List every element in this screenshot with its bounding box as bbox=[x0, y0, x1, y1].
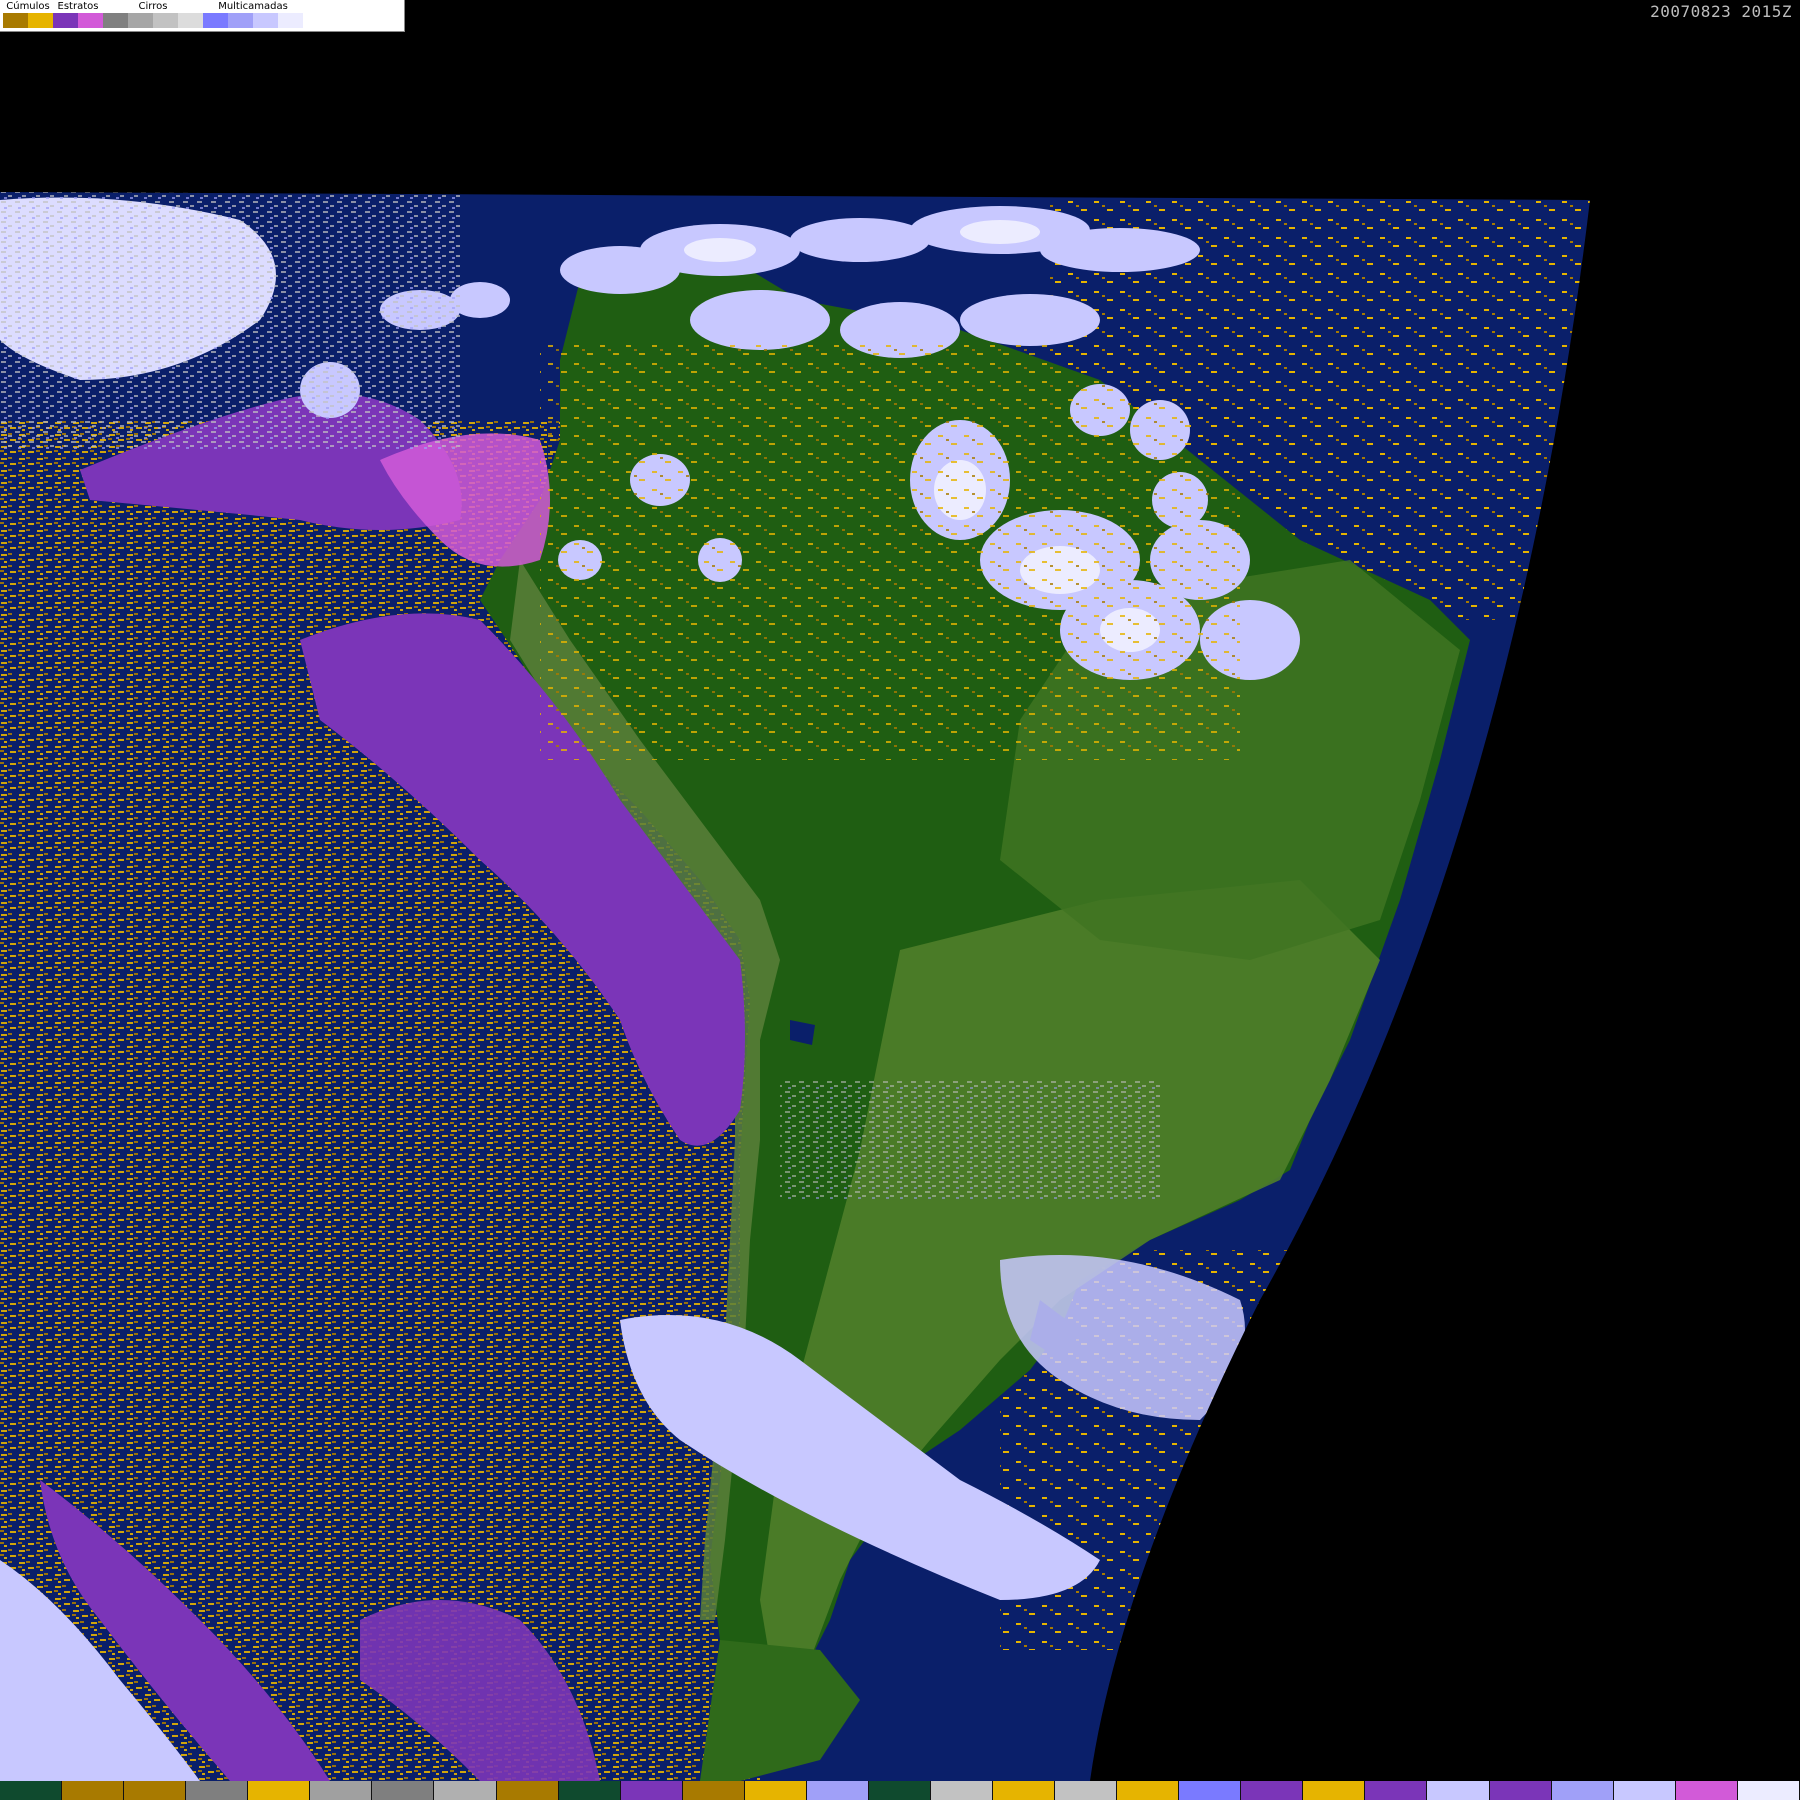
color-index-strip bbox=[0, 1781, 1800, 1800]
strip-cell bbox=[1055, 1781, 1118, 1800]
legend-swatch bbox=[253, 13, 278, 28]
strip-cell bbox=[0, 1781, 63, 1800]
amazon-cumulus-scatter bbox=[540, 340, 1240, 760]
strip-cell bbox=[620, 1781, 683, 1800]
strip-cell bbox=[434, 1781, 497, 1800]
legend-swatch bbox=[3, 13, 28, 28]
legend-swatch bbox=[203, 13, 228, 28]
strip-cell bbox=[1613, 1781, 1676, 1800]
strip-cell bbox=[1365, 1781, 1428, 1800]
cirrus-northwest bbox=[0, 192, 460, 450]
legend-swatch bbox=[28, 13, 53, 28]
strip-cell bbox=[993, 1781, 1056, 1800]
strip-cell bbox=[1675, 1781, 1738, 1800]
strip-cell bbox=[186, 1781, 249, 1800]
strip-cell bbox=[62, 1781, 125, 1800]
strip-cell bbox=[310, 1781, 373, 1800]
strip-cell bbox=[1427, 1781, 1490, 1800]
image-timestamp: 20070823 2015Z bbox=[1650, 2, 1792, 21]
strip-cell bbox=[1179, 1781, 1242, 1800]
strip-cell bbox=[868, 1781, 931, 1800]
strip-cell bbox=[124, 1781, 187, 1800]
satellite-map bbox=[0, 0, 1800, 1800]
strip-cell bbox=[1241, 1781, 1304, 1800]
strip-cell bbox=[930, 1781, 993, 1800]
strip-cell bbox=[1551, 1781, 1614, 1800]
legend-swatch bbox=[178, 13, 203, 28]
strip-cell bbox=[682, 1781, 745, 1800]
cloud-type-legend: Cúmulos Estratos Cirros Multicamadas bbox=[0, 0, 405, 32]
legend-swatch bbox=[78, 13, 103, 28]
strip-cell bbox=[1489, 1781, 1552, 1800]
strip-cell bbox=[248, 1781, 311, 1800]
legend-swatch bbox=[53, 13, 78, 28]
legend-swatch bbox=[278, 13, 303, 28]
legend-swatch bbox=[228, 13, 253, 28]
strip-cell bbox=[558, 1781, 621, 1800]
legend-label: Cúmulos bbox=[6, 1, 50, 12]
legend-label: Cirros bbox=[138, 1, 168, 12]
legend-label: Estratos bbox=[57, 1, 99, 12]
strip-cell bbox=[806, 1781, 869, 1800]
strip-cell bbox=[496, 1781, 559, 1800]
strip-cell bbox=[372, 1781, 435, 1800]
legend-swatch bbox=[153, 13, 178, 28]
legend-label: Multicamadas bbox=[218, 1, 288, 12]
strip-cell bbox=[1737, 1781, 1800, 1800]
cirrus-argentina bbox=[780, 1080, 1160, 1200]
legend-swatch bbox=[128, 13, 153, 28]
strip-cell bbox=[1303, 1781, 1366, 1800]
legend-swatch bbox=[103, 13, 128, 28]
strip-cell bbox=[744, 1781, 807, 1800]
strip-cell bbox=[1117, 1781, 1180, 1800]
